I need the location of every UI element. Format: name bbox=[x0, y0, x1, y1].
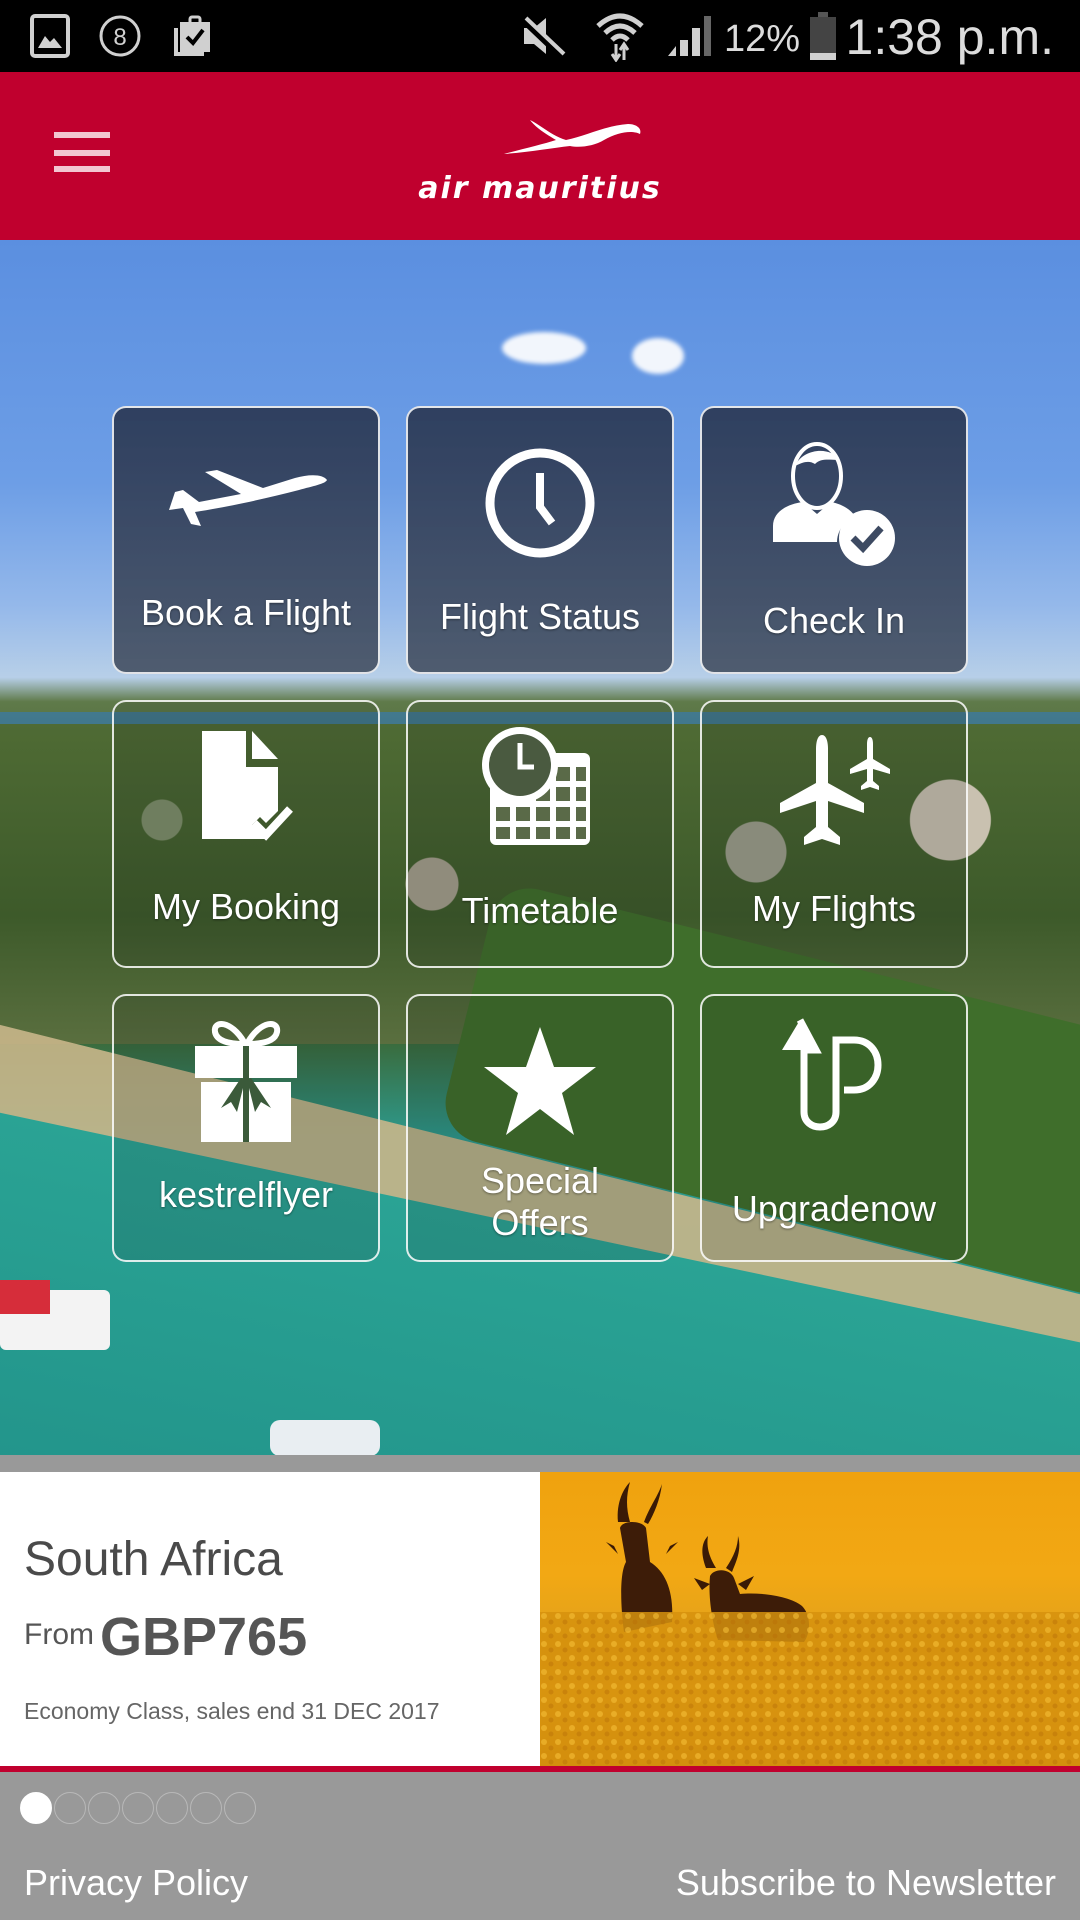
promo-price: GBP765 bbox=[100, 1607, 308, 1667]
document-check-icon bbox=[114, 712, 378, 862]
tile-check-in[interactable]: Check In bbox=[700, 406, 968, 674]
upgrade-up-icon bbox=[702, 1006, 966, 1156]
tile-flight-status[interactable]: Flight Status bbox=[406, 406, 674, 674]
tile-timetable[interactable]: Timetable bbox=[406, 700, 674, 968]
tile-my-booking[interactable]: My Booking bbox=[112, 700, 380, 968]
airplanes-icon bbox=[702, 716, 966, 866]
airplane-takeoff-icon bbox=[114, 428, 378, 578]
promo-image bbox=[540, 1472, 1080, 1766]
tile-my-flights[interactable]: My Flights bbox=[700, 700, 968, 968]
signal-icon bbox=[668, 16, 711, 56]
carousel-dot[interactable] bbox=[54, 1792, 86, 1824]
tile-label: My Flights bbox=[751, 888, 917, 929]
gallery-icon bbox=[30, 14, 70, 58]
privacy-policy-link[interactable]: Privacy Policy bbox=[24, 1862, 248, 1904]
cloud bbox=[502, 332, 586, 364]
antelopes-illustration bbox=[540, 1482, 1080, 1766]
battery-percent: 12% bbox=[723, 18, 800, 60]
notification-8-icon: 8 bbox=[99, 15, 141, 57]
tile-label: Special Offers bbox=[480, 1160, 600, 1243]
separator bbox=[0, 1455, 1080, 1472]
clock-icon bbox=[408, 428, 672, 578]
tile-special-offers[interactable]: Special Offers bbox=[406, 994, 674, 1262]
footer: Privacy Policy Subscribe to Newsletter bbox=[0, 1772, 1080, 1920]
carousel-dot[interactable] bbox=[20, 1792, 52, 1824]
tile-kestrelflyer[interactable]: kestrelflyer bbox=[112, 994, 380, 1262]
carousel-dot[interactable] bbox=[190, 1792, 222, 1824]
promo-banner[interactable]: South Africa From GBP765 Economy Class, … bbox=[0, 1472, 1080, 1766]
carousel-pagination bbox=[20, 1792, 258, 1824]
tile-upgradenow[interactable]: Upgradenow bbox=[700, 994, 968, 1262]
tile-book-a-flight[interactable]: Book a Flight bbox=[112, 406, 380, 674]
star-icon bbox=[408, 1006, 672, 1156]
tile-label: kestrelflyer bbox=[158, 1174, 334, 1215]
mute-icon bbox=[519, 15, 566, 58]
gift-icon bbox=[114, 1006, 378, 1156]
tile-label: Book a Flight bbox=[140, 592, 352, 633]
subscribe-newsletter-link[interactable]: Subscribe to Newsletter bbox=[676, 1862, 1056, 1904]
promo-from-label: From bbox=[24, 1618, 94, 1651]
promo-note: Economy Class, sales end 31 DEC 2017 bbox=[24, 1698, 440, 1724]
boat-sail bbox=[0, 1280, 50, 1314]
tile-label: Check In bbox=[762, 600, 906, 641]
svg-text:8: 8 bbox=[113, 24, 126, 51]
status-time: 1:38 p.m. bbox=[845, 9, 1054, 65]
tile-label: Timetable bbox=[461, 890, 619, 931]
cloud bbox=[632, 338, 684, 374]
promo-destination: South Africa bbox=[24, 1533, 283, 1586]
boat bbox=[270, 1420, 380, 1455]
tile-label: Upgradenow bbox=[731, 1188, 937, 1229]
tile-label: My Booking bbox=[151, 886, 341, 927]
status-bar: 8 12% 1:38 p.m. bbox=[0, 0, 1080, 72]
wifi-icon bbox=[596, 13, 644, 62]
carousel-dot[interactable] bbox=[156, 1792, 188, 1824]
promo-text-panel: South Africa From GBP765 Economy Class, … bbox=[0, 1472, 540, 1766]
carousel-dot[interactable] bbox=[224, 1792, 256, 1824]
calendar-clock-icon bbox=[408, 710, 672, 860]
kestrel-bird-icon bbox=[504, 120, 641, 154]
battery-icon bbox=[810, 12, 836, 60]
carousel-dot[interactable] bbox=[122, 1792, 154, 1824]
app-header: air mauritius bbox=[0, 72, 1080, 240]
carousel-dot[interactable] bbox=[88, 1792, 120, 1824]
hamburger-menu-icon[interactable] bbox=[50, 130, 114, 180]
user-check-icon bbox=[702, 428, 966, 578]
brand-logo: air mauritius bbox=[400, 116, 680, 206]
menu-tiles-grid: Book a Flight Flight Status Check In My … bbox=[112, 406, 968, 1262]
clipboard-check-icon bbox=[174, 15, 210, 56]
tile-label: Flight Status bbox=[439, 596, 641, 637]
brand-name: air mauritius bbox=[418, 171, 662, 206]
